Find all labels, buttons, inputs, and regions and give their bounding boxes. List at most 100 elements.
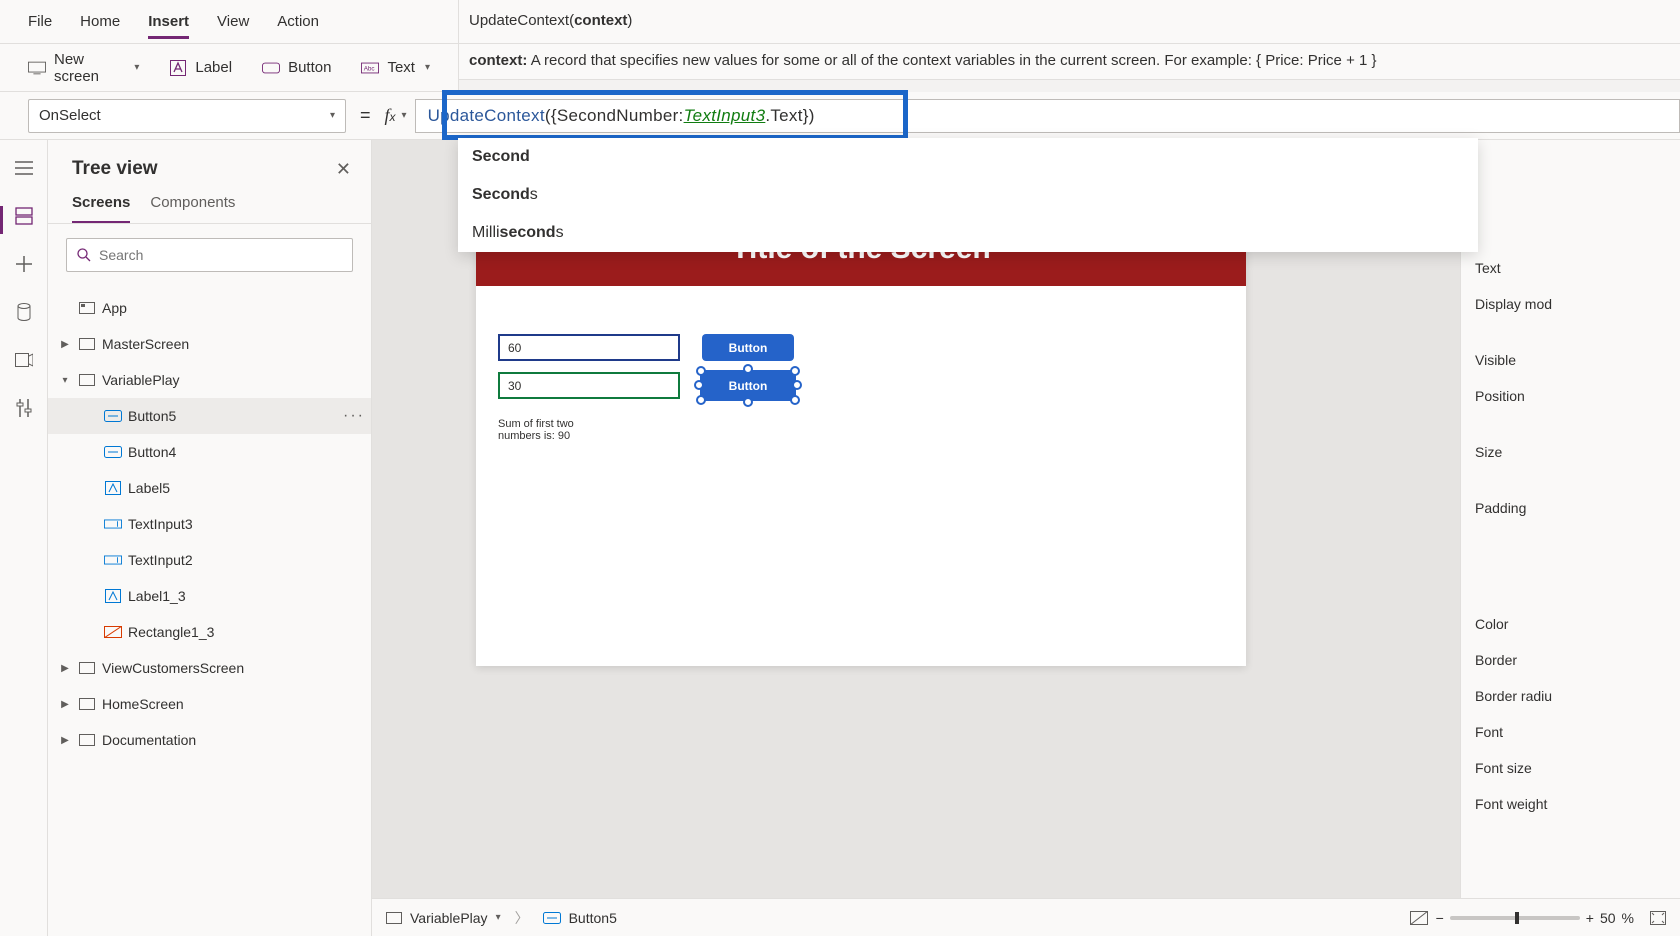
tree-node-control[interactable]: Rectangle1_3 [48, 614, 371, 650]
close-icon[interactable]: ✕ [336, 159, 351, 180]
formula-fn: UpdateContext [428, 106, 545, 126]
more-icon[interactable]: ··· [343, 407, 365, 425]
zoom-control[interactable]: − + 50 % [1436, 910, 1634, 926]
menu-view[interactable]: View [217, 13, 249, 30]
preview-textinput[interactable]: 60 [498, 334, 680, 361]
media-icon[interactable] [14, 350, 34, 370]
preview-textinput[interactable]: 30 [498, 372, 680, 399]
tree-search[interactable] [66, 238, 353, 272]
prop-font[interactable]: Font [1461, 714, 1680, 750]
tree-label: MasterScreen [102, 336, 189, 352]
text-dd-button[interactable]: Abc Text ▾ [361, 59, 430, 76]
ac-option[interactable]: Second [458, 138, 1478, 176]
zoom-out-icon[interactable]: − [1436, 910, 1444, 926]
tree-view-icon[interactable] [14, 206, 34, 226]
device-preview: Title of the Screen 60 Button 30 Button … [476, 212, 1246, 666]
prop-display-mode[interactable]: Display mod [1461, 286, 1680, 322]
tree-node-control[interactable]: Button5 ··· [48, 398, 371, 434]
expand-icon[interactable]: ▶ [58, 699, 72, 710]
prop-font-size[interactable]: Font size [1461, 750, 1680, 786]
breadcrumb-control[interactable]: Button5 [569, 910, 617, 926]
new-screen-label: New screen [54, 51, 124, 85]
formula-text: ({SecondNumber: [545, 106, 684, 126]
chevron-down-icon: ▾ [402, 110, 407, 121]
new-screen-button[interactable]: New screen ▾ [28, 51, 139, 85]
chevron-down-icon: ▾ [425, 62, 430, 73]
tab-screens[interactable]: Screens [72, 194, 130, 223]
expand-icon[interactable]: ▶ [58, 663, 72, 674]
tree-label: ViewCustomersScreen [102, 660, 244, 676]
button-button[interactable]: Button [262, 59, 331, 76]
tree-node-control[interactable]: TextInput2 [48, 542, 371, 578]
prop-padding[interactable]: Padding [1461, 490, 1680, 526]
label-label: Label [195, 59, 232, 76]
menu-home[interactable]: Home [80, 13, 120, 30]
menu-action[interactable]: Action [277, 13, 319, 30]
data-icon[interactable] [14, 302, 34, 322]
ribbon: New screen ▾ Label Button Abc Text [0, 44, 458, 92]
tree-node-screen[interactable]: ▶ MasterScreen [48, 326, 371, 362]
hamburger-icon[interactable] [14, 158, 34, 178]
preview-button[interactable]: Button [702, 334, 794, 361]
tools-icon[interactable] [14, 398, 34, 418]
tree-label: Rectangle1_3 [128, 624, 214, 640]
rect-ctl-icon [104, 625, 122, 639]
prop-color[interactable]: Color [1461, 606, 1680, 642]
property-dropdown[interactable]: OnSelect ▾ [28, 99, 346, 133]
zoom-unit: % [1622, 910, 1634, 926]
tree-label: HomeScreen [102, 696, 184, 712]
prop-font-weight[interactable]: Font weight [1461, 786, 1680, 822]
expand-icon[interactable]: ▶ [58, 339, 72, 350]
tree-node-screen[interactable]: ▶ HomeScreen [48, 686, 371, 722]
textinput-ctl-icon [104, 553, 122, 567]
screen-outline-icon [78, 697, 96, 711]
button-icon [262, 61, 280, 75]
button-ctl-icon [104, 409, 122, 423]
tree-label: Button4 [128, 444, 176, 460]
ac-option[interactable]: Seconds [458, 176, 1478, 214]
prop-text[interactable]: Text [1461, 250, 1680, 286]
prop-size[interactable]: Size [1461, 434, 1680, 470]
formula-input[interactable]: UpdateContext({SecondNumber: TextInput3.… [415, 99, 1680, 133]
tree-label: TextInput2 [128, 552, 193, 568]
label-button[interactable]: Label [169, 59, 232, 76]
tree-node-app[interactable]: App [48, 290, 371, 326]
tree-node-screen[interactable]: ▶ ViewCustomersScreen [48, 650, 371, 686]
chevron-down-icon: ▾ [134, 62, 139, 73]
tree-node-control[interactable]: Label5 [48, 470, 371, 506]
tree-label: Label1_3 [128, 588, 186, 604]
button-label: Button [288, 59, 331, 76]
tree-label: Label5 [128, 480, 170, 496]
tab-components[interactable]: Components [150, 194, 235, 223]
prop-visible[interactable]: Visible [1461, 342, 1680, 378]
breadcrumb-screen[interactable]: VariablePlay [410, 910, 488, 926]
zoom-in-icon[interactable]: + [1586, 910, 1594, 926]
prop-position[interactable]: Position [1461, 378, 1680, 414]
prop-border-radius[interactable]: Border radiu [1461, 678, 1680, 714]
left-rail [0, 140, 48, 936]
orientation-icon[interactable] [1410, 911, 1428, 925]
tree-label: Button5 [128, 408, 176, 424]
search-input[interactable] [99, 247, 342, 263]
button-ctl-icon [543, 912, 561, 924]
menu-file[interactable]: File [28, 13, 52, 30]
collapse-icon[interactable]: ▾ [58, 375, 72, 386]
svg-text:Abc: Abc [364, 65, 375, 72]
tree-node-control[interactable]: Button4 [48, 434, 371, 470]
plus-icon[interactable] [14, 254, 34, 274]
fit-icon[interactable] [1650, 911, 1666, 925]
preview-button-selected[interactable]: Button [702, 372, 794, 399]
selected-control[interactable]: Button [702, 372, 794, 399]
tree-node-screen[interactable]: ▶ Documentation [48, 722, 371, 758]
status-bar: VariablePlay ▾ 〉 Button5 − + 50 % [372, 898, 1680, 936]
canvas[interactable]: Title of the Screen 60 Button 30 Button … [372, 140, 1460, 898]
prop-border[interactable]: Border [1461, 642, 1680, 678]
tree-node-screen[interactable]: ▾ VariablePlay [48, 362, 371, 398]
chevron-down-icon[interactable]: ▾ [496, 912, 501, 923]
expand-icon[interactable]: ▶ [58, 735, 72, 746]
tree-node-control[interactable]: TextInput3 [48, 506, 371, 542]
zoom-slider[interactable] [1450, 916, 1580, 920]
menu-insert[interactable]: Insert [148, 13, 189, 39]
tree-node-control[interactable]: Label1_3 [48, 578, 371, 614]
ac-option[interactable]: Milliseconds [458, 214, 1478, 252]
